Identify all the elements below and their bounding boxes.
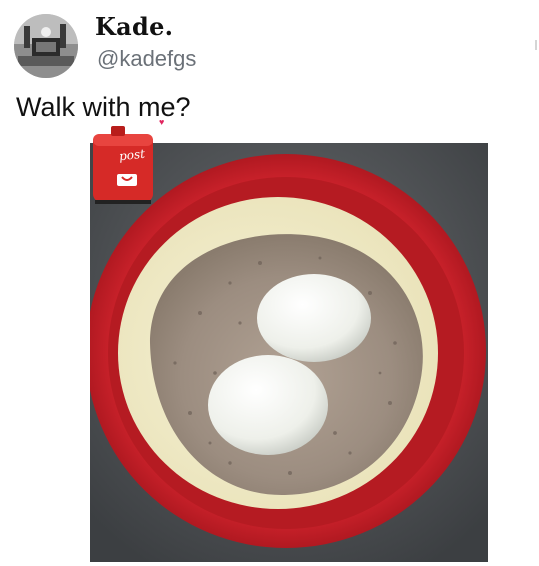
avatar[interactable] bbox=[14, 14, 78, 78]
edge-divider bbox=[535, 40, 537, 50]
heart-icon: ♥ bbox=[159, 117, 165, 127]
profile-photo-avatar-icon bbox=[14, 14, 78, 78]
tweet-text: Walk with me? bbox=[16, 92, 191, 122]
mailbox-sticker-icon bbox=[93, 126, 153, 204]
user-handle[interactable]: @kadefgs bbox=[97, 46, 196, 72]
display-name[interactable]: Kade. bbox=[95, 12, 173, 41]
